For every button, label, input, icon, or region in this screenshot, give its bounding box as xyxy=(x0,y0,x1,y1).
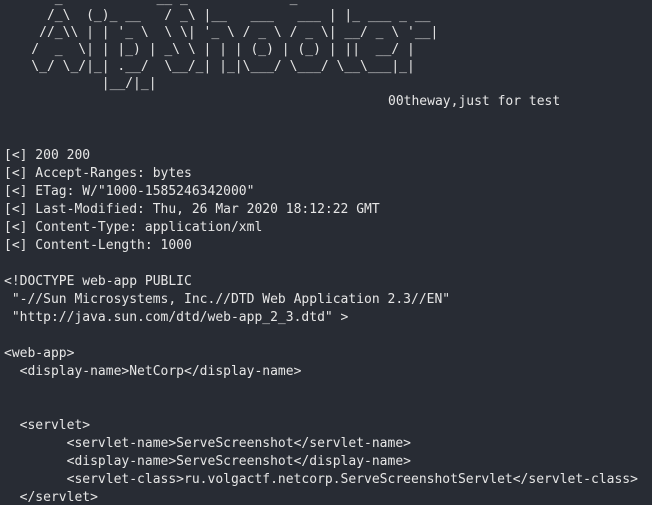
response-body: <!DOCTYPE web-app PUBLIC "-//Sun Microsy… xyxy=(4,273,638,505)
terminal-window[interactable]: _ __ _ _ /_\ (_)_ __ / _\ |__ ___ ___ | … xyxy=(0,0,652,505)
ascii-art-banner: _ __ _ _ /_\ (_)_ __ / _\ |__ ___ ___ | … xyxy=(31,0,439,91)
body-line: <servlet-class>ru.volgactf.netcorp.Serve… xyxy=(4,472,638,487)
body-line: <servlet> xyxy=(4,418,91,433)
response-headers: [<] 200 200 [<] Accept-Ranges: bytes [<]… xyxy=(4,147,380,255)
response-line: [<] Last-Modified: Thu, 26 Mar 2020 18:1… xyxy=(4,202,380,217)
body-line: <!DOCTYPE web-app PUBLIC xyxy=(4,274,192,289)
body-line: <display-name>ServeScreenshot</display-n… xyxy=(4,454,411,469)
banner-tagline: 00theway,just for test xyxy=(388,94,561,109)
body-line: "-//Sun Microsystems, Inc.//DTD Web Appl… xyxy=(4,292,451,307)
body-line: <web-app> xyxy=(4,346,75,361)
body-line: "http://java.sun.com/dtd/web-app_2_3.dtd… xyxy=(4,310,349,325)
response-line: [<] ETag: W/"1000-1585246342000" xyxy=(4,184,255,199)
body-line xyxy=(4,381,638,399)
response-line: [<] 200 200 xyxy=(4,148,91,163)
body-line: <display-name>NetCorp</display-name> xyxy=(4,364,302,379)
response-line: [<] Content-Type: application/xml xyxy=(4,220,263,235)
response-line: [<] Accept-Ranges: bytes xyxy=(4,166,192,181)
body-line: </servlet> xyxy=(4,490,98,505)
response-line: [<] Content-Length: 1000 xyxy=(4,238,192,253)
body-line xyxy=(4,399,638,417)
body-line: <servlet-name>ServeScreenshot</servlet-n… xyxy=(4,436,411,451)
body-line xyxy=(4,327,638,345)
